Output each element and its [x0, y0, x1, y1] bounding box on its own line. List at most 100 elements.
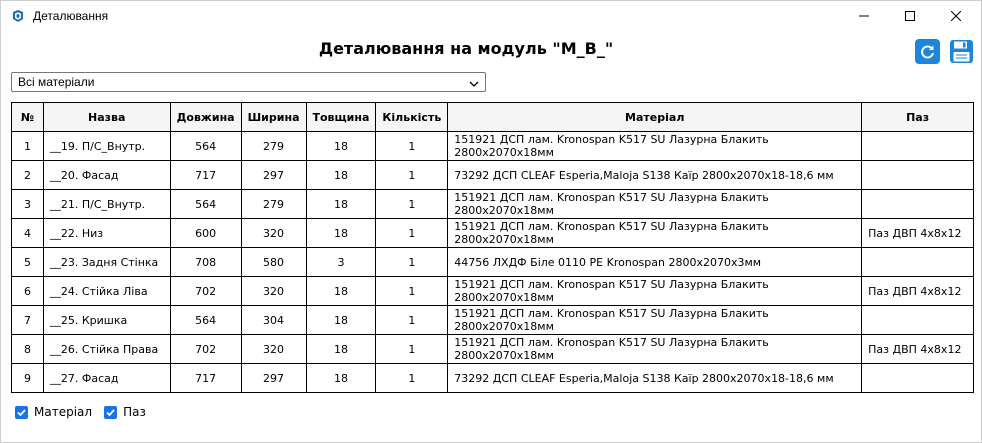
table-row[interactable]: 9 __27. Фасад 717 297 18 1 73292 ДСП CLEAF Esp…: [11, 363, 974, 393]
table-cell: 73292 ДСП CLEAF Esperia,Maloja S138 Каїр…: [447, 160, 863, 190]
material-filter-value: Всі матеріали: [18, 75, 95, 89]
table-cell: __22. Низ: [42, 218, 171, 248]
sketchup-icon: [11, 9, 25, 23]
table-row[interactable]: 6 __24. Стійка Ліва 702 320 18 1 151921 ДСП ла…: [11, 276, 974, 306]
table-cell: 304: [240, 305, 307, 335]
refresh-button[interactable]: [915, 39, 940, 64]
material-filter-select[interactable]: Всі матеріали: [11, 72, 486, 92]
column-header[interactable]: Ширина: [240, 102, 307, 132]
maximize-icon: [905, 11, 915, 21]
table-cell: [861, 160, 974, 190]
table-cell: __25. Кришка: [42, 305, 171, 335]
table-cell: __19. П/С_Внутр.: [42, 131, 171, 161]
minimize-icon: [859, 15, 869, 17]
table-cell: 18: [305, 160, 377, 190]
table-cell: 1: [375, 334, 449, 364]
table-cell: 580: [240, 247, 307, 277]
table-cell: 18: [305, 305, 377, 335]
column-header[interactable]: Паз: [861, 102, 974, 132]
checkmark-icon: [17, 408, 26, 416]
table-cell: 1: [375, 160, 449, 190]
table-cell: Паз ДВП 4x8x12: [861, 218, 974, 248]
table-cell: __23. Задня Стінка: [42, 247, 171, 277]
table-cell: 6: [11, 276, 44, 306]
table-cell: 18: [305, 334, 377, 364]
title-bar: Деталювання: [1, 1, 981, 31]
column-header[interactable]: Товщина: [305, 102, 377, 132]
table-cell: 320: [240, 218, 307, 248]
table-row[interactable]: 1 __19. П/С_Внутр. 564 279 18 1 151921 ДСП лам…: [11, 131, 974, 161]
table-cell: 702: [169, 276, 242, 306]
table-cell: 8: [11, 334, 44, 364]
maximize-button[interactable]: [887, 1, 933, 31]
table-cell: Паз ДВП 4x8x12: [861, 276, 974, 306]
table-cell: 708: [169, 247, 242, 277]
table-cell: 320: [240, 334, 307, 364]
table-row[interactable]: 8 __26. Стійка Права 702 320 18 1 151921 ДСП л…: [11, 334, 974, 364]
table-header-row: № Назва Довжина Ширина Товщина Кількість…: [11, 102, 974, 132]
table-cell: 1: [11, 131, 44, 161]
column-header[interactable]: №: [11, 102, 44, 132]
table-cell: __27. Фасад: [42, 363, 171, 393]
table-cell: __24. Стійка Ліва: [42, 276, 171, 306]
table-cell: [861, 189, 974, 219]
column-header[interactable]: Довжина: [169, 102, 242, 132]
table-row[interactable]: 4 __22. Низ 600 320 18 1 151921 ДСП лам. Krono…: [11, 218, 974, 248]
table-cell: 1: [375, 218, 449, 248]
table-cell: 18: [305, 363, 377, 393]
table-cell: 702: [169, 334, 242, 364]
column-header[interactable]: Матеріал: [447, 102, 863, 132]
table-row[interactable]: 7 __25. Кришка 564 304 18 1 151921 ДСП лам. Kr…: [11, 305, 974, 335]
window-title: Деталювання: [33, 9, 109, 23]
table-cell: Паз ДВП 4x8x12: [861, 334, 974, 364]
table-cell: [861, 305, 974, 335]
table-cell: 564: [169, 305, 242, 335]
table-cell: 320: [240, 276, 307, 306]
page-title: Деталювання на модуль "M_B_": [318, 39, 614, 58]
groove-checkbox[interactable]: [104, 405, 118, 419]
table-cell: 600: [169, 218, 242, 248]
material-checkbox[interactable]: [15, 405, 28, 419]
table-cell: 717: [169, 363, 242, 393]
table-cell: 18: [305, 189, 377, 219]
table-row[interactable]: 3 __21. П/С_Внутр. 564 279 18 1 151921 ДСП лам…: [11, 189, 974, 219]
material-checkbox-label[interactable]: Матеріал: [34, 405, 92, 419]
table-cell: 9: [11, 363, 44, 393]
table-cell: 7: [11, 305, 44, 335]
groove-checkbox-label[interactable]: Паз: [123, 405, 146, 419]
close-button[interactable]: [933, 1, 979, 31]
table-cell: 18: [305, 131, 377, 161]
column-header[interactable]: Назва: [42, 102, 171, 132]
table-cell: 297: [240, 160, 307, 190]
options-row: Матеріал Паз: [15, 405, 152, 419]
table-cell: 279: [240, 189, 307, 219]
table-cell: 151921 ДСП лам. Kronospan K517 SU Лазурн…: [447, 131, 863, 161]
checkmark-icon: [106, 408, 115, 416]
table-cell: 297: [240, 363, 307, 393]
save-disk-icon: [950, 40, 973, 63]
table-cell: 1: [375, 131, 449, 161]
table-cell: 151921 ДСП лам. Kronospan K517 SU Лазурн…: [447, 189, 863, 219]
table-cell: 73292 ДСП CLEAF Esperia,Maloja S138 Каїр…: [447, 363, 863, 393]
table-row[interactable]: 5 __23. Задня Стінка 708 580 3 1 44756 ЛХДФ Бі…: [11, 247, 974, 277]
minimize-button[interactable]: [841, 1, 887, 31]
table-cell: [861, 247, 974, 277]
table-cell: 18: [305, 276, 377, 306]
column-header[interactable]: Кількість: [375, 102, 449, 132]
table-cell: 3: [11, 189, 44, 219]
table-cell: 5: [11, 247, 44, 277]
close-icon: [951, 11, 961, 21]
table-cell: 1: [375, 189, 449, 219]
parts-table: № Назва Довжина Ширина Товщина Кількість…: [11, 102, 974, 393]
table-cell: 18: [305, 218, 377, 248]
table-cell: 1: [375, 276, 449, 306]
save-button[interactable]: [949, 39, 974, 64]
table-cell: 1: [375, 363, 449, 393]
table-cell: 44756 ЛХДФ Біле 0110 PE Kronospan 2800х2…: [447, 247, 863, 277]
table-cell: __20. Фасад: [42, 160, 171, 190]
chevron-down-icon: [469, 77, 479, 91]
table-row[interactable]: 2 __20. Фасад 717 297 18 1 73292 ДСП CLEAF Esp…: [11, 160, 974, 190]
table-cell: 151921 ДСП лам. Kronospan K517 SU Лазурн…: [447, 305, 863, 335]
table-cell: [861, 363, 974, 393]
table-cell: __21. П/С_Внутр.: [42, 189, 171, 219]
